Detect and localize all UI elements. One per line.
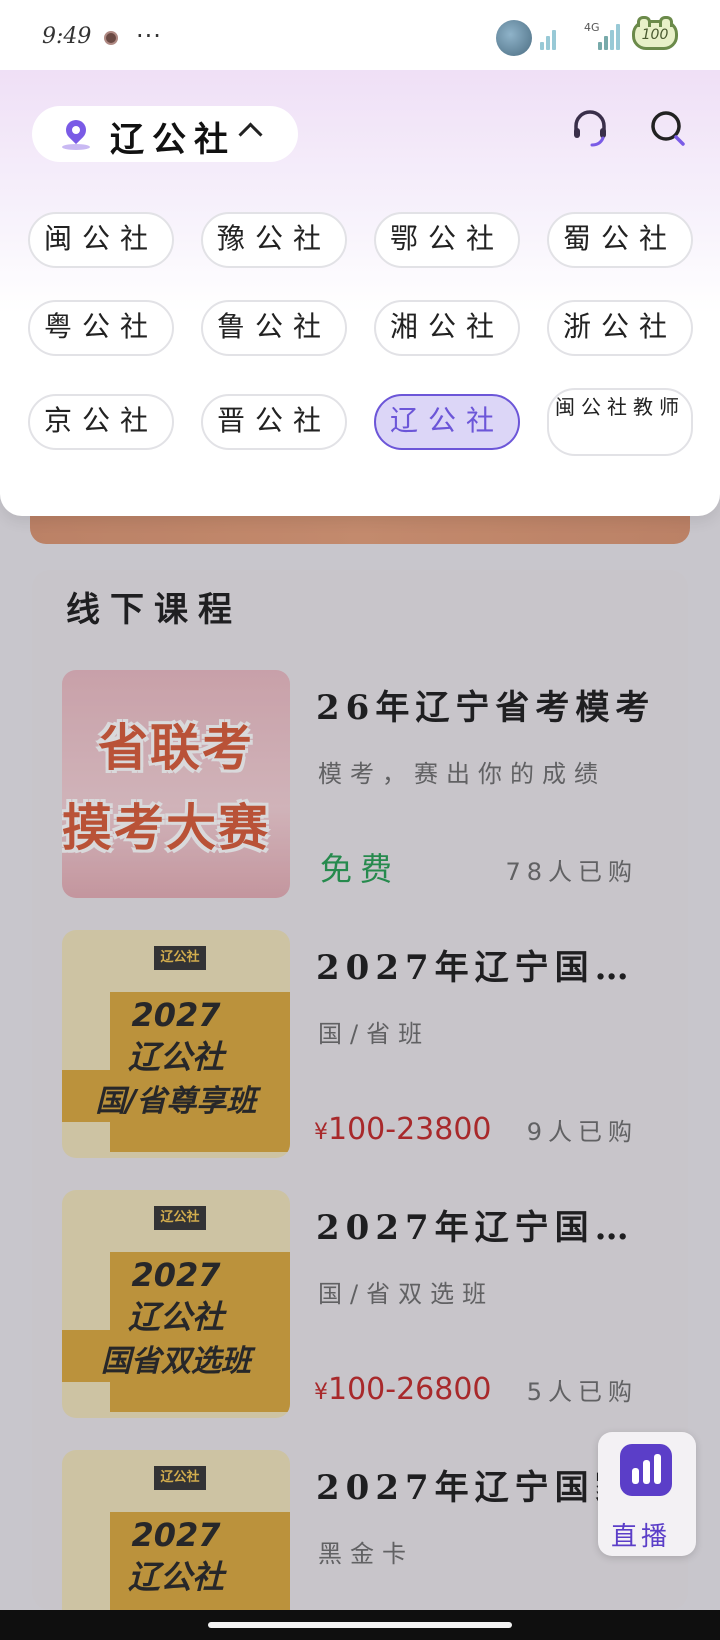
wifi-signal-icon (540, 24, 556, 50)
branch-chip[interactable]: 鲁公社 (201, 300, 347, 356)
branch-chip[interactable]: 豫公社 (201, 212, 347, 268)
chevron-up-icon (238, 122, 263, 147)
live-label: 直播 (610, 1522, 671, 1552)
location-selector[interactable]: 辽公社 (32, 106, 298, 162)
more-notifications-icon: ··· (136, 22, 162, 50)
cell-signal-icon (598, 24, 620, 50)
branch-chip[interactable]: 鄂公社 (374, 212, 520, 268)
branch-chip-selected[interactable]: 辽公社 (374, 394, 520, 450)
location-pin-icon (61, 115, 91, 145)
branch-chip[interactable]: 闽公社 (28, 212, 174, 268)
app-avatar-icon (496, 20, 532, 56)
home-gesture-bar[interactable] (208, 1622, 512, 1628)
notification-icon (104, 31, 118, 45)
branch-chip[interactable]: 闽公社教师 (547, 388, 693, 456)
search-icon[interactable] (650, 110, 688, 148)
branch-chip[interactable]: 粤公社 (28, 300, 174, 356)
customer-service-icon[interactable] (572, 108, 608, 148)
live-button[interactable]: 直播 (598, 1432, 696, 1556)
branch-chip[interactable]: 湘公社 (374, 300, 520, 356)
live-chart-icon (620, 1444, 672, 1496)
battery-icon: 100 (632, 16, 678, 50)
system-nav-bar (0, 1610, 720, 1640)
branch-chip[interactable]: 京公社 (28, 394, 174, 450)
branch-selector-sheet: 辽公社 闽公社 豫公社 鄂公社 蜀公社 粤公社 鲁公社 湘公社 浙公社 京公社 … (0, 66, 720, 516)
clock: 9:49 (42, 24, 92, 49)
current-location: 辽公社 (110, 120, 236, 160)
status-bar: 9:49 ··· 4G 100 (0, 0, 720, 70)
branch-chip[interactable]: 晋公社 (201, 394, 347, 450)
branch-chip[interactable]: 蜀公社 (547, 212, 693, 268)
location-pin-shadow (62, 144, 90, 150)
branch-chip[interactable]: 浙公社 (547, 300, 693, 356)
